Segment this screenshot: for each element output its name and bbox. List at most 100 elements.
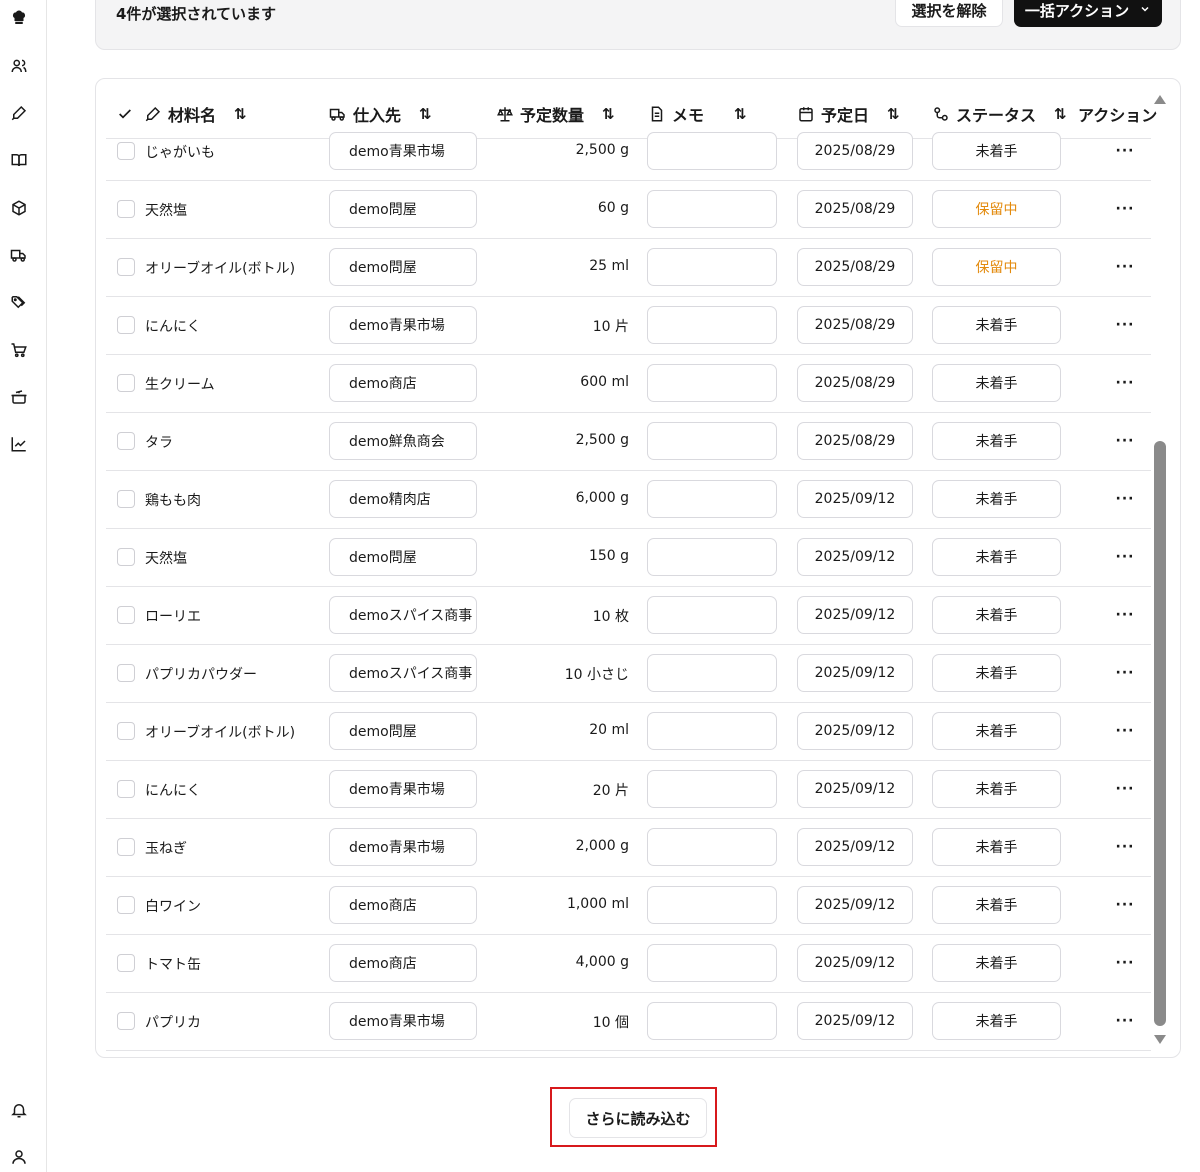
date-field[interactable]: 2025/08/29: [797, 306, 913, 344]
row-checkbox[interactable]: [117, 490, 135, 508]
more-options-icon[interactable]: ···: [1114, 836, 1136, 858]
truck-icon[interactable]: [8, 244, 30, 266]
supplier-field[interactable]: demo精肉店: [329, 480, 477, 518]
date-field[interactable]: 2025/09/12: [797, 770, 913, 808]
supplier-field[interactable]: demoスパイス商事: [329, 654, 477, 692]
memo-field[interactable]: [647, 944, 777, 982]
status-select[interactable]: 未着手: [932, 480, 1061, 518]
more-options-icon[interactable]: ···: [1114, 952, 1136, 974]
sort-icon[interactable]: ⇅: [419, 105, 432, 123]
supplier-field[interactable]: demoスパイス商事: [329, 596, 477, 634]
memo-field[interactable]: [647, 422, 777, 460]
book-icon[interactable]: [8, 149, 30, 171]
date-field[interactable]: 2025/09/12: [797, 712, 913, 750]
memo-field[interactable]: [647, 480, 777, 518]
supplier-field[interactable]: demo青果市場: [329, 132, 477, 170]
scroll-up-arrow[interactable]: [1154, 95, 1166, 104]
date-field[interactable]: 2025/08/29: [797, 190, 913, 228]
row-checkbox[interactable]: [117, 838, 135, 856]
supplier-field[interactable]: demo問屋: [329, 712, 477, 750]
bulk-action-button[interactable]: 一括アクション: [1014, 0, 1162, 27]
pen-icon[interactable]: [8, 102, 30, 124]
date-field[interactable]: 2025/09/12: [797, 654, 913, 692]
users-icon[interactable]: [8, 55, 30, 77]
more-options-icon[interactable]: ···: [1114, 662, 1136, 684]
cart-icon[interactable]: [8, 339, 30, 361]
row-checkbox[interactable]: [117, 432, 135, 450]
date-field[interactable]: 2025/09/12: [797, 1002, 913, 1040]
more-options-icon[interactable]: ···: [1114, 198, 1136, 220]
date-field[interactable]: 2025/08/29: [797, 422, 913, 460]
bell-icon[interactable]: [8, 1099, 30, 1121]
more-options-icon[interactable]: ···: [1114, 546, 1136, 568]
supplier-field[interactable]: demo青果市場: [329, 770, 477, 808]
row-checkbox[interactable]: [117, 606, 135, 624]
memo-field[interactable]: [647, 306, 777, 344]
row-checkbox[interactable]: [117, 780, 135, 798]
tags-icon[interactable]: [8, 291, 30, 313]
pot-icon[interactable]: [8, 386, 30, 408]
load-more-button[interactable]: さらに読み込む: [569, 1098, 707, 1138]
date-field[interactable]: 2025/09/12: [797, 480, 913, 518]
row-checkbox[interactable]: [117, 954, 135, 972]
more-options-icon[interactable]: ···: [1114, 778, 1136, 800]
memo-field[interactable]: [647, 596, 777, 634]
status-select[interactable]: 未着手: [932, 654, 1061, 692]
status-select[interactable]: 未着手: [932, 538, 1061, 576]
chef-hat-icon[interactable]: [8, 7, 30, 29]
status-select[interactable]: 保留中: [932, 190, 1061, 228]
date-field[interactable]: 2025/08/29: [797, 364, 913, 402]
supplier-field[interactable]: demo青果市場: [329, 828, 477, 866]
sort-icon[interactable]: ⇅: [1054, 105, 1067, 123]
sort-icon[interactable]: ⇅: [234, 105, 247, 123]
status-select[interactable]: 未着手: [932, 596, 1061, 634]
supplier-field[interactable]: demo問屋: [329, 190, 477, 228]
supplier-field[interactable]: demo問屋: [329, 538, 477, 576]
supplier-field[interactable]: demo商店: [329, 364, 477, 402]
sort-icon[interactable]: ⇅: [734, 105, 747, 123]
date-field[interactable]: 2025/09/12: [797, 886, 913, 924]
memo-field[interactable]: [647, 132, 777, 170]
status-select[interactable]: 未着手: [932, 1002, 1061, 1040]
supplier-field[interactable]: demo商店: [329, 886, 477, 924]
status-select[interactable]: 未着手: [932, 422, 1061, 460]
status-select[interactable]: 未着手: [932, 364, 1061, 402]
memo-field[interactable]: [647, 828, 777, 866]
memo-field[interactable]: [647, 654, 777, 692]
sort-icon[interactable]: ⇅: [887, 105, 900, 123]
more-options-icon[interactable]: ···: [1114, 140, 1136, 162]
more-options-icon[interactable]: ···: [1114, 256, 1136, 278]
supplier-field[interactable]: demo青果市場: [329, 306, 477, 344]
supplier-field[interactable]: demo鮮魚商会: [329, 422, 477, 460]
supplier-field[interactable]: demo商店: [329, 944, 477, 982]
package-icon[interactable]: [8, 197, 30, 219]
memo-field[interactable]: [647, 190, 777, 228]
date-field[interactable]: 2025/09/12: [797, 828, 913, 866]
more-options-icon[interactable]: ···: [1114, 430, 1136, 452]
memo-field[interactable]: [647, 770, 777, 808]
date-field[interactable]: 2025/09/12: [797, 944, 913, 982]
row-checkbox[interactable]: [117, 896, 135, 914]
date-field[interactable]: 2025/09/12: [797, 538, 913, 576]
more-options-icon[interactable]: ···: [1114, 894, 1136, 916]
chart-icon[interactable]: [8, 433, 30, 455]
date-field[interactable]: 2025/09/12: [797, 596, 913, 634]
row-checkbox[interactable]: [117, 664, 135, 682]
row-checkbox[interactable]: [117, 1012, 135, 1030]
more-options-icon[interactable]: ···: [1114, 604, 1136, 626]
status-select[interactable]: 未着手: [932, 886, 1061, 924]
status-select[interactable]: 未着手: [932, 944, 1061, 982]
memo-field[interactable]: [647, 886, 777, 924]
scrollbar-thumb[interactable]: [1154, 441, 1166, 1026]
more-options-icon[interactable]: ···: [1114, 488, 1136, 510]
more-options-icon[interactable]: ···: [1114, 1010, 1136, 1032]
row-checkbox[interactable]: [117, 258, 135, 276]
memo-field[interactable]: [647, 364, 777, 402]
memo-field[interactable]: [647, 1002, 777, 1040]
row-checkbox[interactable]: [117, 722, 135, 740]
more-options-icon[interactable]: ···: [1114, 372, 1136, 394]
memo-field[interactable]: [647, 712, 777, 750]
status-select[interactable]: 未着手: [932, 306, 1061, 344]
more-options-icon[interactable]: ···: [1114, 314, 1136, 336]
date-field[interactable]: 2025/08/29: [797, 248, 913, 286]
